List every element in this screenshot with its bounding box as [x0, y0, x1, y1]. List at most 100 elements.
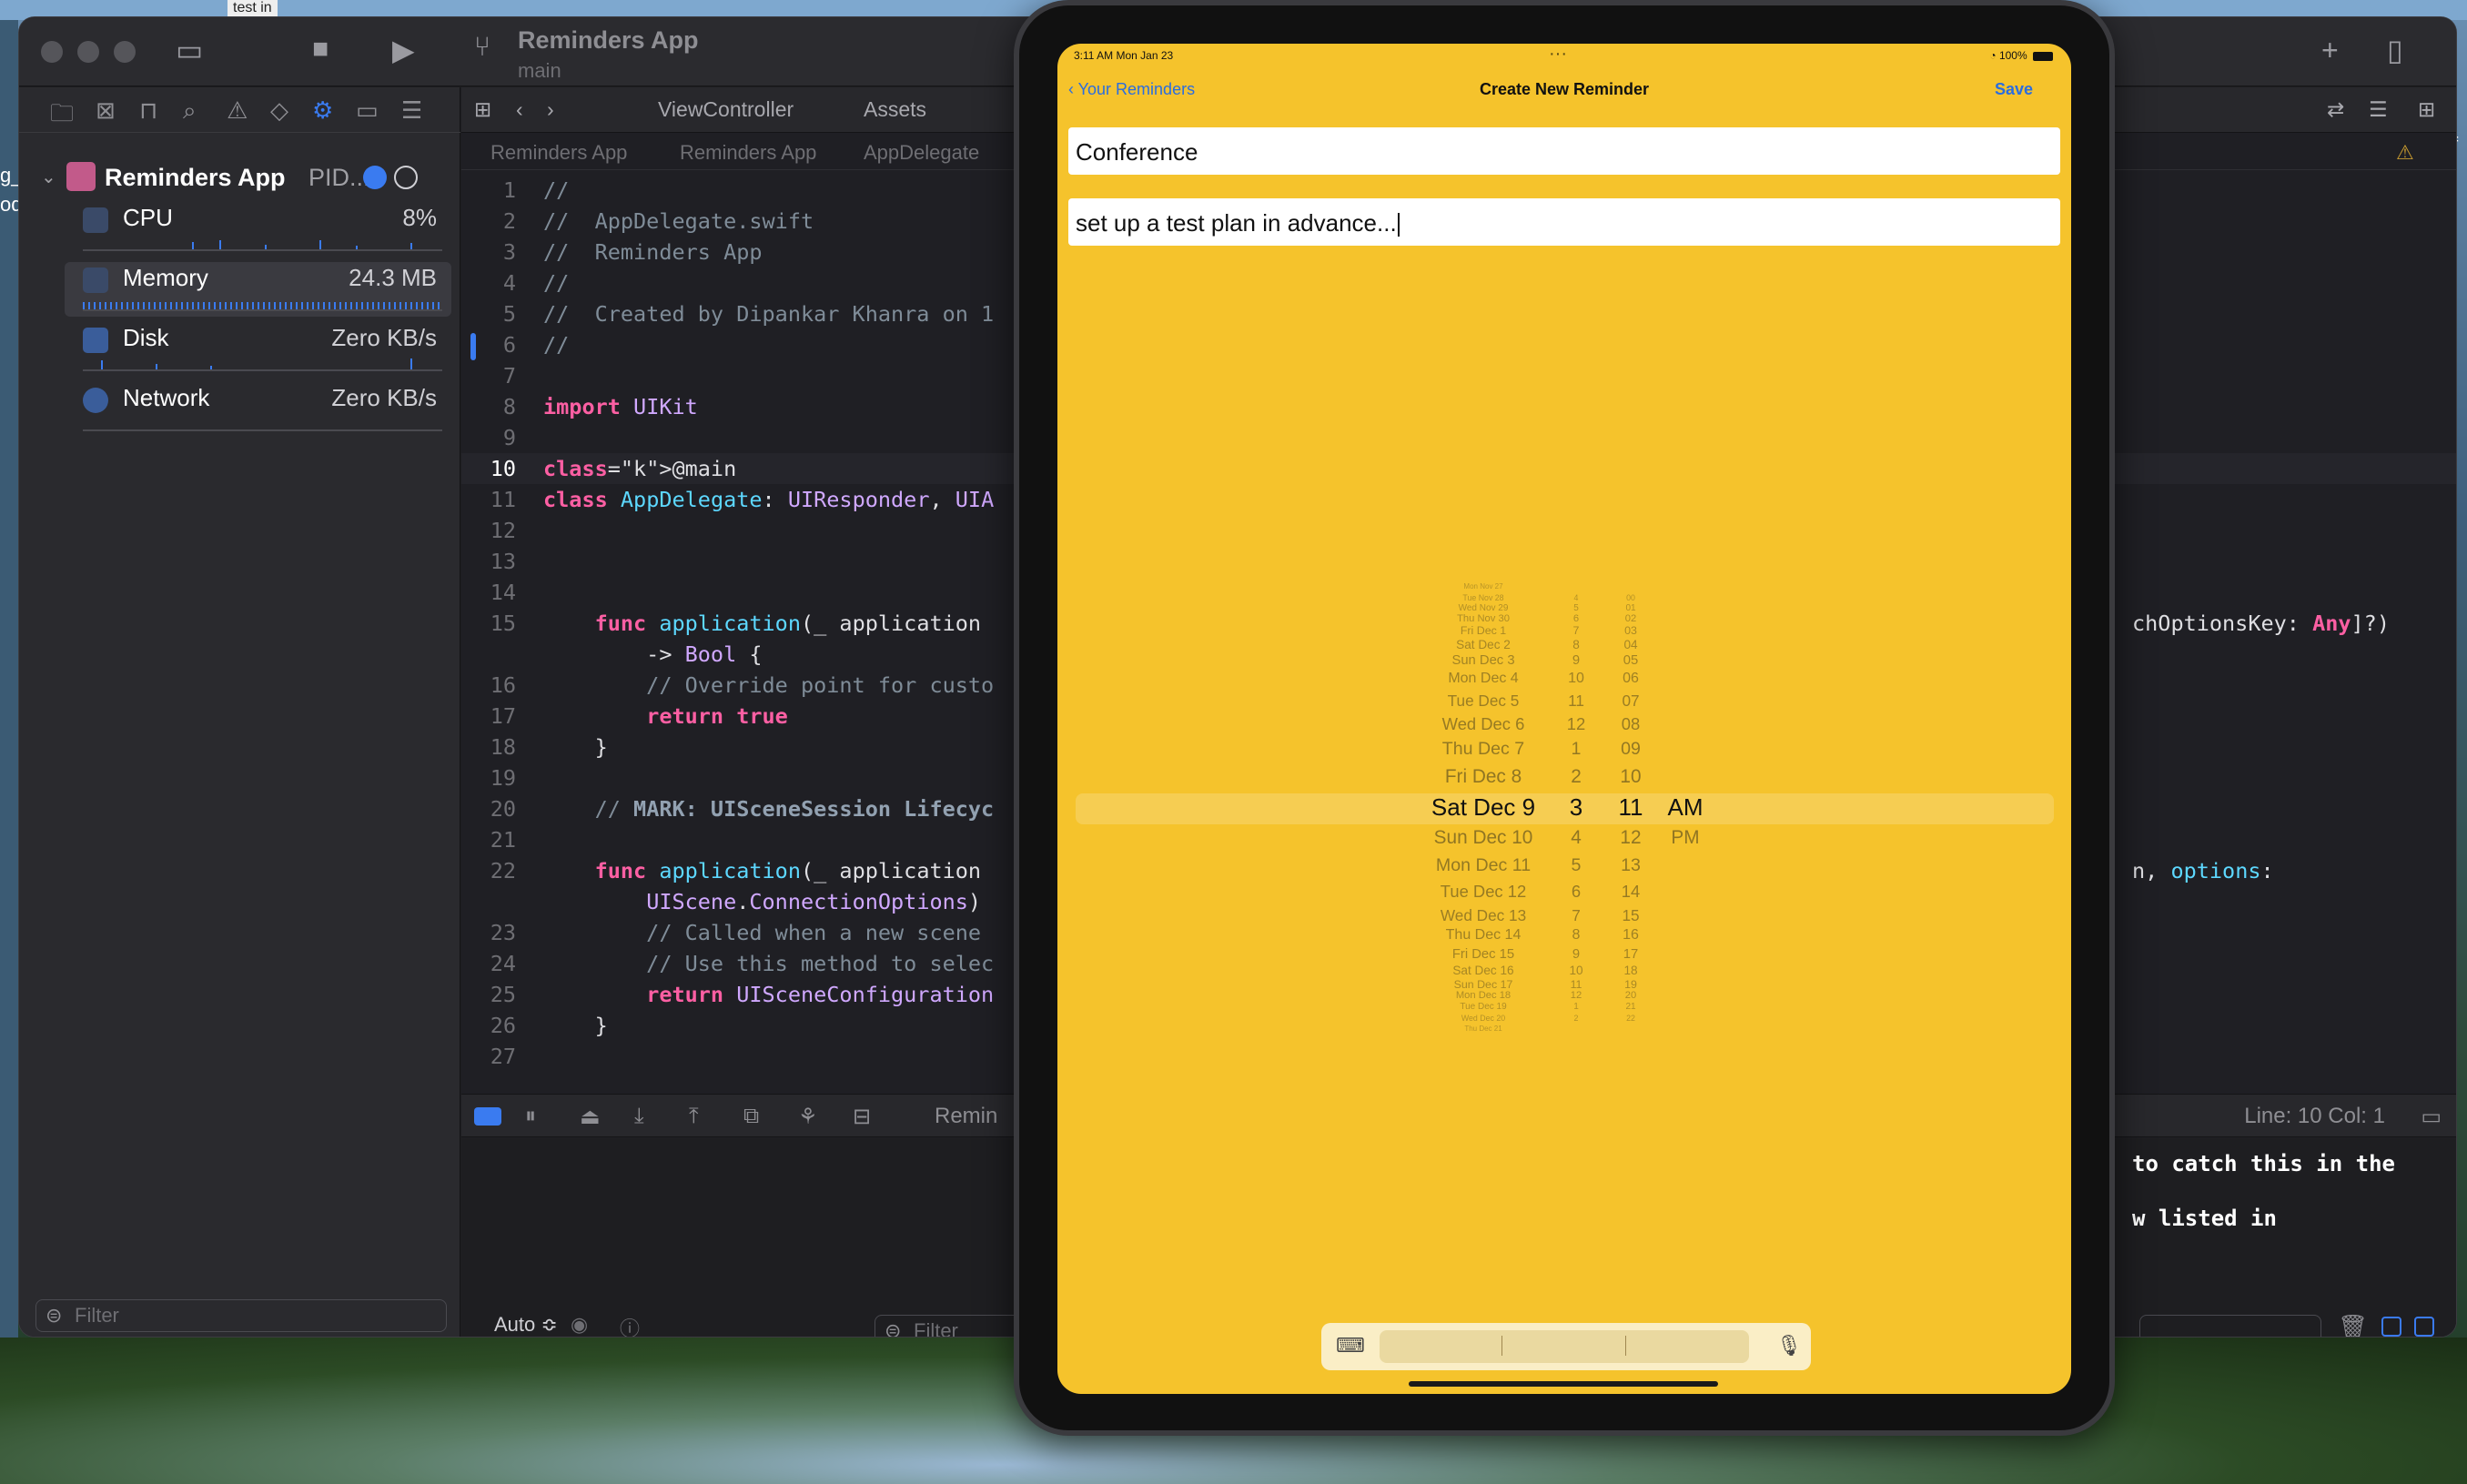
picker-minute-option[interactable]: 09	[1621, 739, 1641, 760]
process-name[interactable]: Reminders App	[105, 164, 286, 192]
picker-date-option[interactable]: Thu Nov 30	[1457, 613, 1510, 624]
run-icon[interactable]: ▶	[392, 35, 415, 65]
picker-minute-option[interactable]: 06	[1623, 671, 1639, 687]
source-control-icon[interactable]: ⊠	[96, 96, 116, 125]
picker-hour-option[interactable]: 10	[1568, 671, 1584, 687]
gauge-network[interactable]: Network Zero KB/s	[65, 382, 451, 437]
warning-icon[interactable]: ⚠	[227, 96, 248, 125]
gauge-memory[interactable]: Memory 24.3 MB	[65, 262, 451, 317]
picker-minute-option[interactable]: 17	[1623, 947, 1638, 962]
picker-minute-option[interactable]: 19	[1624, 978, 1637, 991]
back-nav-icon[interactable]: ‹	[516, 97, 523, 122]
picker-hour-option[interactable]: 2	[1571, 766, 1582, 788]
picker-hour-option[interactable]: 2	[1574, 1014, 1579, 1023]
picker-date-option[interactable]: Fri Dec 1	[1461, 624, 1506, 637]
picker-date-option[interactable]: Sun Dec 3	[1451, 653, 1514, 668]
memory-graph-icon[interactable]: ⚘	[798, 1104, 818, 1130]
picker-hour-option[interactable]: 11	[1568, 692, 1584, 711]
picker-hour-option[interactable]: 5	[1572, 855, 1582, 876]
split-editor-icon[interactable]: ⊞	[2418, 97, 2435, 122]
picker-hour-option[interactable]: 6	[1573, 613, 1579, 624]
picker-date-option[interactable]: Mon Nov 27	[1463, 582, 1502, 591]
left-pane-toggle-icon[interactable]	[2381, 1317, 2401, 1337]
project-title[interactable]: Reminders App	[518, 26, 699, 55]
zoom-window-button[interactable]	[114, 41, 136, 63]
info-circle-icon[interactable]: ⓘ	[620, 1313, 640, 1337]
breakpoint-icon[interactable]: ▭	[356, 96, 379, 125]
picker-minute-option[interactable]: 22	[1626, 1014, 1635, 1023]
picker-minute-option[interactable]: 05	[1623, 653, 1638, 668]
add-icon[interactable]: +	[2321, 35, 2339, 65]
picker-date-option[interactable]: Sun Dec 17	[1454, 978, 1513, 991]
inspector-toggle-icon[interactable]: ▯	[2387, 35, 2403, 65]
picker-minute-option[interactable]: 00	[1626, 593, 1635, 602]
picker-hour-option[interactable]: 9	[1572, 947, 1580, 962]
picker-date-option[interactable]: Fri Dec 15	[1452, 947, 1514, 962]
info-icon[interactable]	[363, 166, 387, 189]
picker-ampm-selected[interactable]: AM	[1668, 793, 1704, 822]
microphone-icon[interactable]: 🎙	[1776, 1334, 1802, 1358]
picker-minute-selected[interactable]: 11	[1619, 793, 1643, 822]
picker-minute-option[interactable]: 07	[1622, 692, 1639, 711]
picker-date-option[interactable]: Tue Dec 19	[1460, 1002, 1506, 1012]
picker-date-option[interactable]: Mon Dec 18	[1456, 990, 1511, 1001]
picker-date-option[interactable]: Sun Dec 10	[1434, 827, 1533, 849]
test-icon[interactable]: ◇	[270, 96, 288, 125]
picker-hour-option[interactable]: 12	[1571, 990, 1582, 1001]
picker-minute-option[interactable]: 04	[1623, 638, 1637, 651]
picker-minute-option[interactable]: 15	[1622, 906, 1639, 925]
close-window-button[interactable]	[41, 41, 63, 63]
scheme-label[interactable]: Remin	[935, 1104, 997, 1129]
picker-hour-option[interactable]: 1	[1573, 1002, 1579, 1012]
picker-minute-option[interactable]: 08	[1622, 714, 1640, 734]
date-time-picker[interactable]: Sat Dec 9 3 11 AM Fri Dec 8 Thu Dec 7 Wed Dec …	[1057, 526, 2071, 1154]
trash-icon[interactable]: 🗑	[2338, 1313, 2368, 1337]
pause-process-icon[interactable]	[394, 166, 418, 189]
find-icon[interactable]: ⌕	[183, 96, 197, 126]
console-toggle-icon[interactable]: ▭	[2421, 1104, 2442, 1130]
picker-date-option[interactable]: Wed Dec 13	[1441, 906, 1526, 925]
picker-date-selected[interactable]: Sat Dec 9	[1431, 793, 1535, 822]
picker-hour-option[interactable]: 11	[1571, 978, 1582, 991]
picker-hour-option[interactable]: 6	[1572, 882, 1581, 902]
picker-hour-option[interactable]: 4	[1571, 827, 1582, 849]
picker-hour-option[interactable]: 5	[1573, 603, 1579, 613]
picker-date-option[interactable]: Sat Dec 2	[1456, 638, 1511, 651]
right-pane-toggle-icon[interactable]	[2414, 1317, 2434, 1337]
breadcrumb-item[interactable]: Reminders App	[680, 141, 816, 165]
picker-minute-option[interactable]: 21	[1625, 1002, 1635, 1012]
multitasking-dots-icon[interactable]: ···	[1549, 44, 1567, 65]
console-search-input[interactable]	[2139, 1315, 2321, 1337]
picker-date-option[interactable]: Tue Dec 5	[1448, 692, 1520, 711]
breadcrumb-item[interactable]: Reminders App	[490, 141, 627, 165]
variables-scope-select[interactable]: Auto ≎	[494, 1313, 558, 1337]
picker-date-option[interactable]: Thu Dec 14	[1446, 927, 1522, 944]
step-into-icon[interactable]: ⤓	[634, 1104, 644, 1129]
picker-hour-selected[interactable]: 3	[1570, 793, 1582, 822]
refresh-icon[interactable]: ⇄	[2327, 97, 2344, 122]
stop-icon[interactable]: ■	[312, 35, 329, 63]
gauge-disk[interactable]: Disk Zero KB/s	[65, 322, 451, 377]
keyboard-icon[interactable]: ⌨	[1336, 1334, 1365, 1358]
grid-icon[interactable]: ⊞	[474, 97, 491, 122]
picker-hour-option[interactable]: 8	[1572, 927, 1581, 944]
picker-minute-option[interactable]: 13	[1621, 855, 1641, 876]
folder-icon[interactable]: 🗀	[50, 96, 74, 136]
step-over-icon[interactable]: ⏏	[580, 1104, 601, 1130]
reminder-notes-field[interactable]: set up a test plan in advance...	[1068, 198, 2060, 246]
picker-hour-option[interactable]: 9	[1572, 653, 1580, 668]
warning-badge-icon[interactable]: ⚠	[2396, 141, 2414, 165]
picker-minute-option[interactable]: 10	[1620, 766, 1641, 788]
navigator-filter-input[interactable]: ⊜ Filter	[35, 1299, 447, 1332]
picker-date-option[interactable]: Wed Nov 29	[1459, 603, 1509, 613]
symbol-icon[interactable]: ⊓	[139, 96, 157, 125]
picker-minute-option[interactable]: 14	[1622, 882, 1640, 902]
picker-minute-option[interactable]: 12	[1620, 827, 1641, 849]
picker-ampm-option[interactable]: PM	[1671, 827, 1699, 849]
eye-icon[interactable]: ◉	[571, 1313, 588, 1337]
view-hierarchy-icon[interactable]: ⧉	[743, 1104, 759, 1129]
reminder-title-field[interactable]: Conference	[1068, 127, 2060, 175]
disclosure-chevron-icon[interactable]: ⌄	[41, 166, 56, 188]
report-icon[interactable]: ☰	[401, 96, 422, 125]
pause-icon[interactable]: ⏸	[525, 1104, 536, 1129]
